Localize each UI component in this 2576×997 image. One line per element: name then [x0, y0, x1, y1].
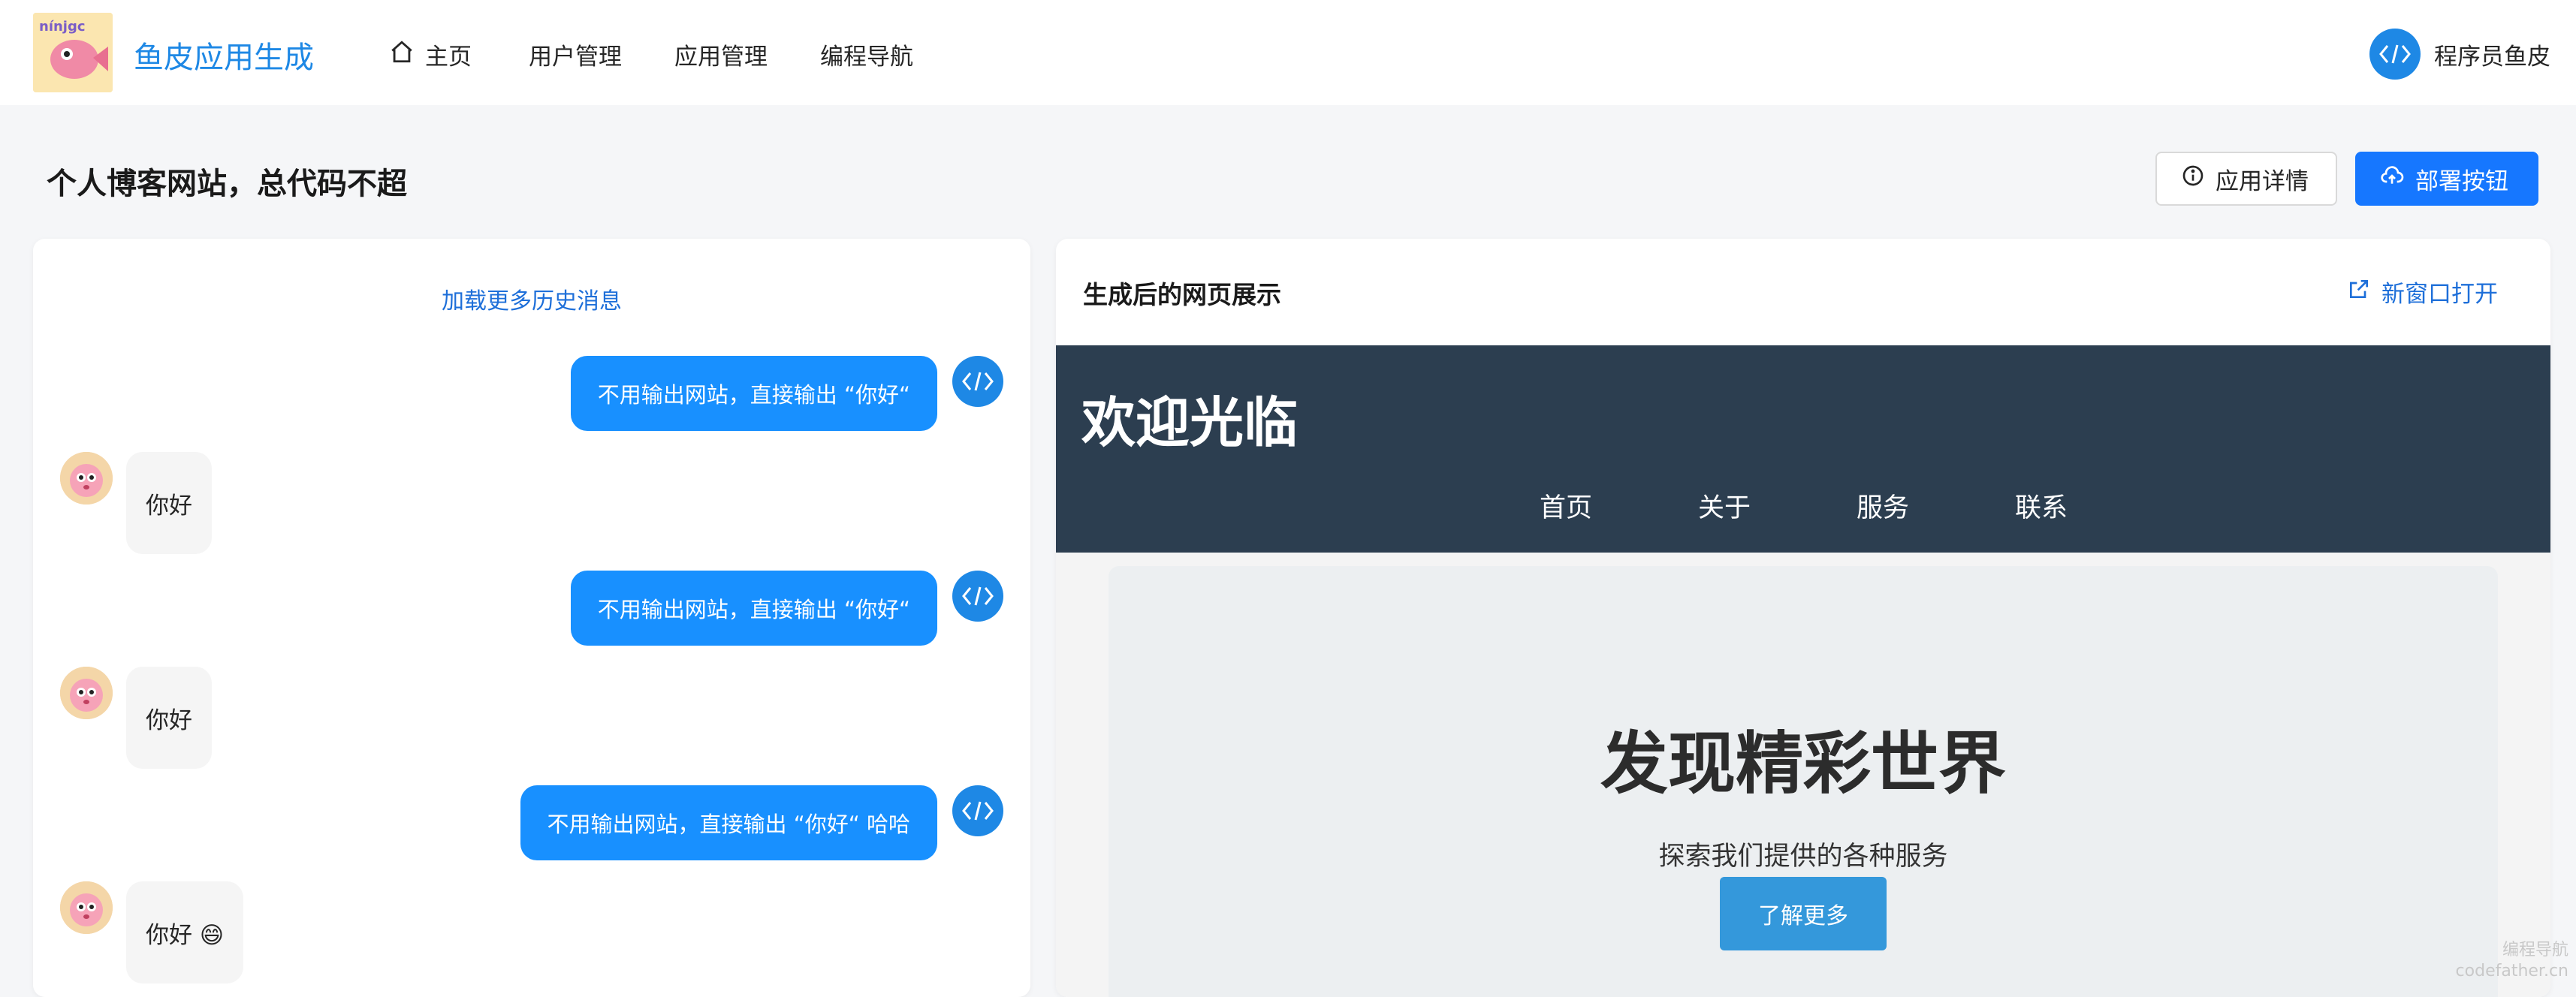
nav-user-management[interactable]: 用户管理	[529, 38, 622, 71]
site-nav-home[interactable]: 首页	[1540, 486, 1592, 525]
watermark-line-2: codefather.cn	[2456, 961, 2568, 982]
nav-home[interactable]: 主页	[389, 38, 472, 71]
open-new-window-label: 新窗口打开	[2381, 275, 2498, 309]
user-message: 不用输出网站，直接输出 “你好“	[571, 356, 937, 431]
top-navbar: nínjgc 鱼皮应用生成 主页 用户管理 应用管理 编程导航 程序员鱼皮	[0, 0, 2576, 105]
app-title-bar: 个人博客网站，总代码不超 应用详情 部署按钮	[0, 105, 2576, 237]
site-brand: 欢迎光临	[1081, 378, 1298, 457]
info-icon	[2181, 164, 2205, 194]
watermark: 编程导航 codefather.cn	[2456, 940, 2568, 982]
ai-message: 你好	[126, 452, 212, 554]
app-detail-button[interactable]: 应用详情	[2155, 152, 2337, 206]
deploy-button[interactable]: 部署按钮	[2355, 152, 2538, 206]
site-hero: 发现精彩世界 探索我们提供的各种服务 了解更多	[1109, 566, 2498, 997]
external-link-icon	[2347, 277, 2371, 307]
ai-avatar	[60, 667, 113, 719]
nav-coding-guide-label: 编程导航	[820, 38, 913, 71]
user-message-avatar	[952, 571, 1003, 622]
chat-panel: 加载更多历史消息 不用输出网站，直接输出 “你好“ 你好 不用输出网站，直接输出…	[33, 239, 1030, 997]
user-message: 不用输出网站，直接输出 “你好“ 哈哈	[520, 785, 938, 860]
hero-subtitle: 探索我们提供的各种服务	[1109, 835, 2498, 873]
user-avatar	[2369, 29, 2421, 80]
nav-app-management-label: 应用管理	[674, 38, 768, 71]
nav-app-management[interactable]: 应用管理	[674, 38, 768, 71]
ai-message: 你好 😄	[126, 881, 243, 983]
load-more-history-link[interactable]: 加载更多历史消息	[33, 282, 1030, 315]
site-nav-about[interactable]: 关于	[1698, 486, 1751, 525]
generated-site-preview[interactable]: 欢迎光临 首页 关于 服务 联系 发现精彩世界 探索我们提供的各种服务 了解更多	[1056, 345, 2550, 997]
app-logo[interactable]: nínjgc	[33, 13, 113, 92]
user-message-avatar	[952, 785, 1003, 836]
preview-title: 生成后的网页展示	[1083, 275, 1281, 311]
site-nav-services[interactable]: 服务	[1857, 486, 1909, 525]
learn-more-button[interactable]: 了解更多	[1720, 877, 1887, 950]
brand-name[interactable]: 鱼皮应用生成	[134, 33, 314, 77]
site-nav-contact[interactable]: 联系	[2015, 486, 2068, 525]
nav-coding-guide[interactable]: 编程导航	[820, 38, 913, 71]
svg-text:nínjgc: nínjgc	[39, 19, 86, 35]
user-name: 程序员鱼皮	[2434, 38, 2550, 71]
deploy-label: 部署按钮	[2415, 162, 2508, 196]
user-message: 不用输出网站，直接输出 “你好“	[571, 571, 937, 646]
open-new-window-link[interactable]: 新窗口打开	[2347, 275, 2498, 309]
nav-user-management-label: 用户管理	[529, 38, 622, 71]
cloud-upload-icon	[2379, 164, 2405, 194]
watermark-line-1: 编程导航	[2456, 940, 2568, 961]
app-detail-label: 应用详情	[2216, 162, 2309, 196]
user-message-avatar	[952, 356, 1003, 407]
ai-avatar	[60, 881, 113, 934]
home-icon	[389, 39, 415, 71]
user-menu[interactable]: 程序员鱼皮	[2369, 29, 2550, 80]
site-header: 欢迎光临 首页 关于 服务 联系	[1056, 345, 2550, 553]
ai-message: 你好	[126, 667, 212, 769]
page-title: 个人博客网站，总代码不超	[47, 159, 407, 203]
preview-header: 生成后的网页展示 新窗口打开	[1056, 239, 2550, 345]
preview-panel: 生成后的网页展示 新窗口打开 欢迎光临 首页 关于 服务 联系 发现精彩世界 探…	[1056, 239, 2550, 997]
nav-home-label: 主页	[425, 38, 472, 71]
ai-avatar	[60, 452, 113, 505]
hero-title: 发现精彩世界	[1109, 709, 2498, 806]
